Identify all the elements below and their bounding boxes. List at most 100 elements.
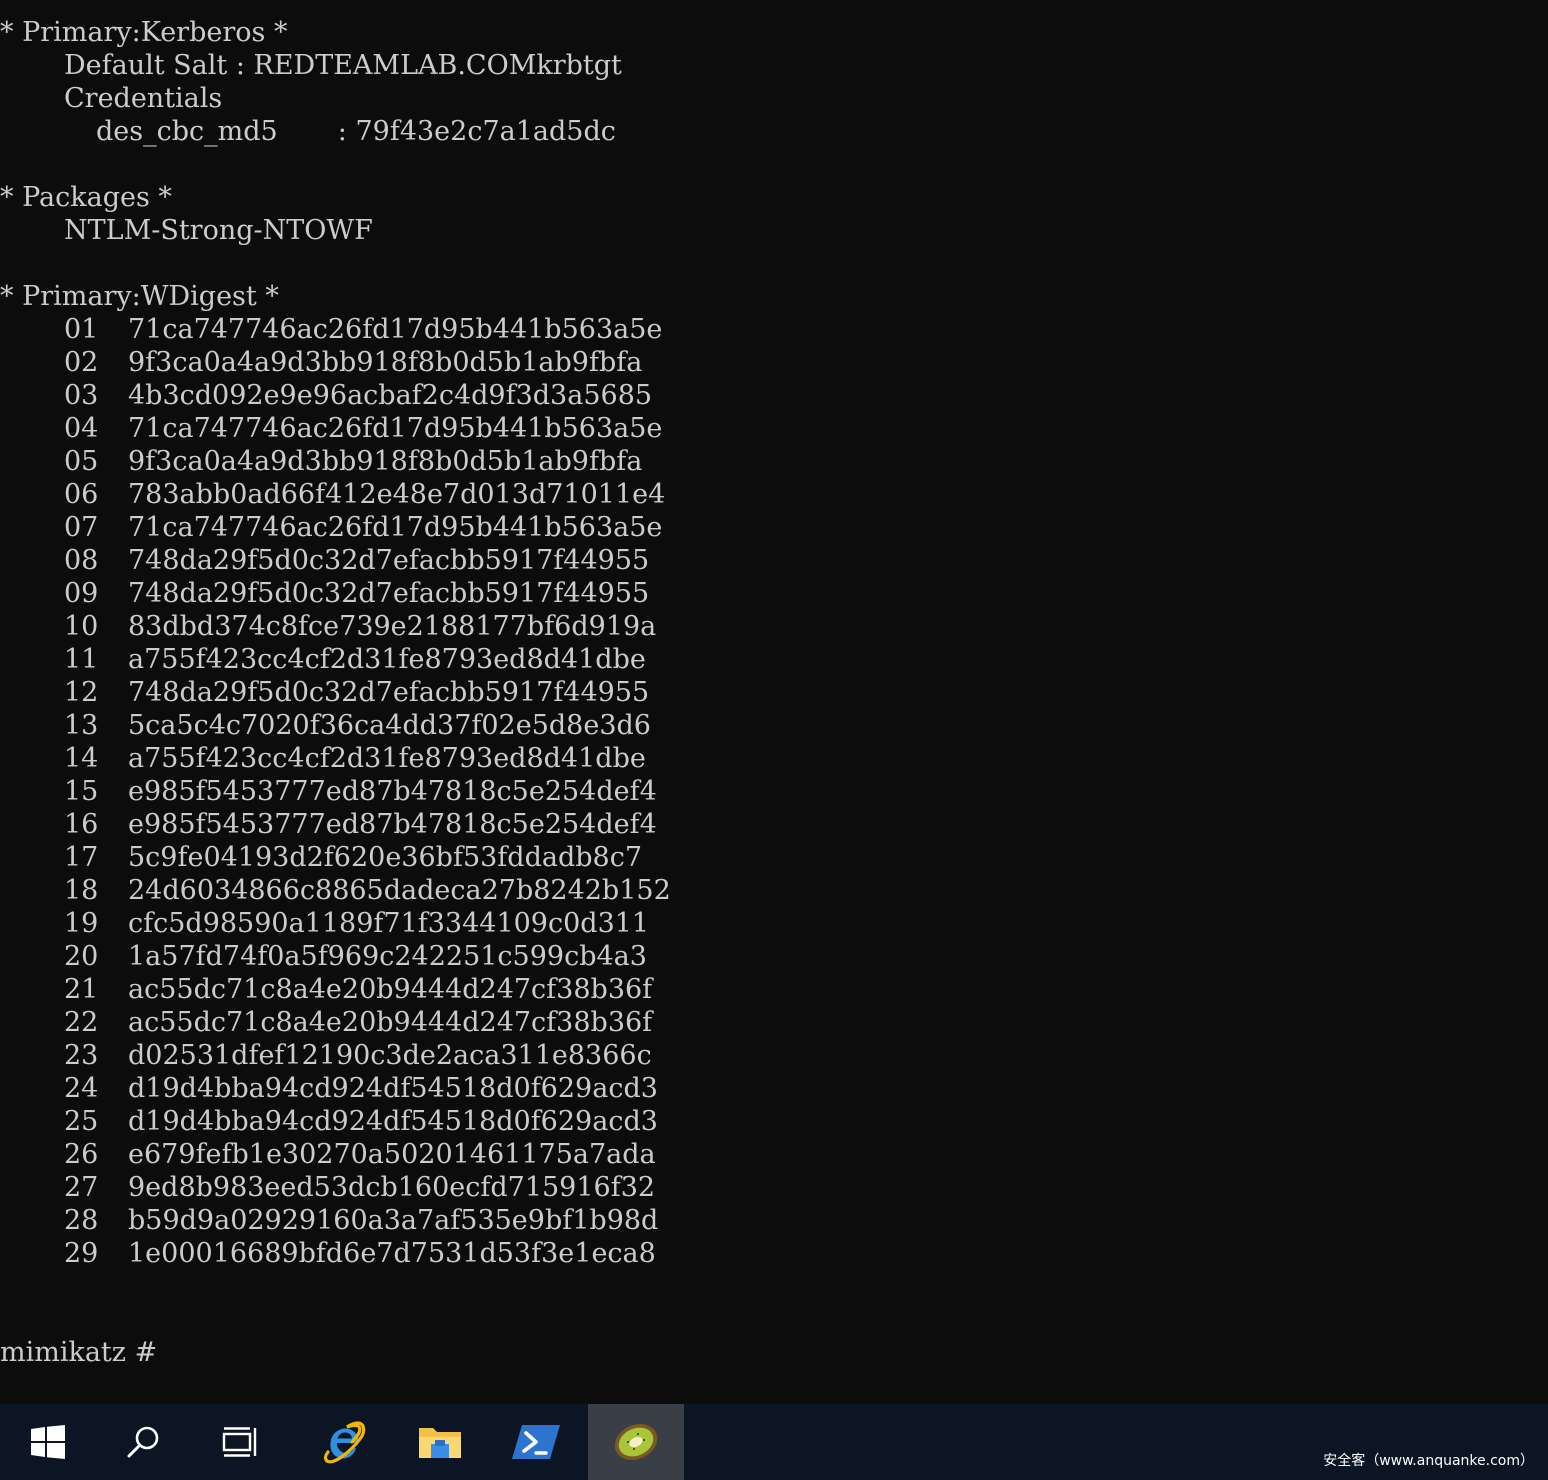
wdigest-row: 26 e679fefb1e30270a50201461175a7ada xyxy=(64,1138,764,1171)
wdigest-row: 02 9f3ca0a4a9d3bb918f8b0d5b1ab9fbfa xyxy=(64,346,764,379)
wdigest-index: 12 xyxy=(64,677,99,708)
wdigest-hash: ac55dc71c8a4e20b9444d247cf38b36f xyxy=(128,974,653,1005)
wdigest-row: 05 9f3ca0a4a9d3bb918f8b0d5b1ab9fbfa xyxy=(64,445,764,478)
taskbar: 安全客（www.anquanke.com） xyxy=(0,1404,1548,1480)
wdigest-index: 15 xyxy=(64,776,99,807)
wdigest-hash: e985f5453777ed87b47818c5e254def4 xyxy=(128,809,657,840)
wdigest-hash: e985f5453777ed87b47818c5e254def4 xyxy=(128,776,657,807)
wdigest-index: 16 xyxy=(64,809,99,840)
internet-explorer-icon xyxy=(323,1421,366,1464)
wdigest-row: 22 ac55dc71c8a4e20b9444d247cf38b36f xyxy=(64,1006,764,1039)
wdigest-index: 01 xyxy=(64,314,99,345)
wdigest-row: 21 ac55dc71c8a4e20b9444d247cf38b36f xyxy=(64,973,764,1006)
wdigest-index: 08 xyxy=(64,545,99,576)
search-button[interactable] xyxy=(96,1404,192,1480)
wdigest-row: 23 d02531dfef12190c3de2aca311e8366c xyxy=(64,1039,764,1072)
wdigest-hash: 748da29f5d0c32d7efacbb5917f44955 xyxy=(128,545,650,576)
wdigest-index: 20 xyxy=(64,941,99,972)
wdigest-index: 29 xyxy=(64,1238,99,1269)
wdigest-hash: a755f423cc4cf2d31fe8793ed8d41dbe xyxy=(128,743,646,774)
kiwi-icon xyxy=(614,1424,658,1460)
wdigest-row: 20 1a57fd74f0a5f969c242251c599cb4a3 xyxy=(64,940,764,973)
wdigest-hash: 748da29f5d0c32d7efacbb5917f44955 xyxy=(128,677,650,708)
wdigest-row: 08 748da29f5d0c32d7efacbb5917f44955 xyxy=(64,544,764,577)
wdigest-row: 17 5c9fe04193d2f620e36bf53fddadb8c7 xyxy=(64,841,764,874)
wdigest-index: 18 xyxy=(64,875,99,906)
wdigest-hash: 5c9fe04193d2f620e36bf53fddadb8c7 xyxy=(128,842,643,873)
wdigest-hash: d19d4bba94cd924df54518d0f629acd3 xyxy=(128,1106,658,1137)
wdigest-row: 04 71ca747746ac26fd17d95b441b563a5e xyxy=(64,412,764,445)
wdigest-row: 06 783abb0ad66f412e48e7d013d71011e4 xyxy=(64,478,764,511)
search-icon xyxy=(127,1426,159,1458)
wdigest-row: 28 b59d9a02929160a3a7af535e9bf1b98d xyxy=(64,1204,764,1237)
wdigest-hash: 71ca747746ac26fd17d95b441b563a5e xyxy=(128,314,663,345)
wdigest-row: 19 cfc5d98590a1189f71f3344109c0d311 xyxy=(64,907,764,940)
wdigest-hash: 783abb0ad66f412e48e7d013d71011e4 xyxy=(128,479,666,510)
wdigest-index: 23 xyxy=(64,1040,99,1071)
wdigest-row: 15 e985f5453777ed87b47818c5e254def4 xyxy=(64,775,764,808)
wdigest-hash: 9ed8b983eed53dcb160ecfd715916f32 xyxy=(128,1172,656,1203)
wdigest-hash: 748da29f5d0c32d7efacbb5917f44955 xyxy=(128,578,650,609)
wdigest-hash: 1a57fd74f0a5f969c242251c599cb4a3 xyxy=(128,941,647,972)
wdigest-row: 12 748da29f5d0c32d7efacbb5917f44955 xyxy=(64,676,764,709)
wdigest-index: 09 xyxy=(64,578,99,609)
wdigest-index: 07 xyxy=(64,512,99,543)
wdigest-index: 11 xyxy=(64,644,99,675)
mimikatz-button[interactable] xyxy=(588,1404,684,1480)
wdigest-index: 04 xyxy=(64,413,99,444)
wdigest-header: * Primary:WDigest * xyxy=(0,281,279,312)
wdigest-index: 25 xyxy=(64,1106,99,1137)
wdigest-index: 06 xyxy=(64,479,99,510)
wdigest-index: 13 xyxy=(64,710,99,741)
des-cbc-md5-line: des_cbc_md5 : 79f43e2c7a1ad5dc xyxy=(96,116,616,147)
wdigest-row: 10 83dbd374c8fce739e2188177bf6d919a xyxy=(64,610,764,643)
wdigest-hash: d02531dfef12190c3de2aca311e8366c xyxy=(128,1040,652,1071)
wdigest-row: 16 e985f5453777ed87b47818c5e254def4 xyxy=(64,808,764,841)
wdigest-index: 27 xyxy=(64,1172,99,1203)
wdigest-hash: e679fefb1e30270a50201461175a7ada xyxy=(128,1139,656,1170)
wdigest-hash: a755f423cc4cf2d31fe8793ed8d41dbe xyxy=(128,644,646,675)
packages-header: * Packages * xyxy=(0,182,172,213)
file-explorer-button[interactable] xyxy=(392,1404,488,1480)
wdigest-index: 10 xyxy=(64,611,99,642)
internet-explorer-button[interactable] xyxy=(296,1404,392,1480)
wdigest-index: 26 xyxy=(64,1139,99,1170)
folder-icon xyxy=(419,1428,461,1458)
wdigest-row: 18 24d6034866c8865dadeca27b8242b152 xyxy=(64,874,764,907)
wdigest-hash: 24d6034866c8865dadeca27b8242b152 xyxy=(128,875,671,906)
task-view-button[interactable] xyxy=(192,1404,288,1480)
start-button[interactable] xyxy=(0,1404,96,1480)
wdigest-index: 02 xyxy=(64,347,99,378)
packages-value: NTLM-Strong-NTOWF xyxy=(64,215,373,246)
watermark-text: 安全客（www.anquanke.com） xyxy=(1323,1453,1534,1469)
wdigest-row: 13 5ca5c4c7020f36ca4dd37f02e5d8e3d6 xyxy=(64,709,764,742)
powershell-icon xyxy=(512,1425,560,1459)
wdigest-index: 22 xyxy=(64,1007,99,1038)
wdigest-row: 24 d19d4bba94cd924df54518d0f629acd3 xyxy=(64,1072,764,1105)
wdigest-row: 07 71ca747746ac26fd17d95b441b563a5e xyxy=(64,511,764,544)
wdigest-row: 14 a755f423cc4cf2d31fe8793ed8d41dbe xyxy=(64,742,764,775)
wdigest-index: 17 xyxy=(64,842,99,873)
wdigest-index: 24 xyxy=(64,1073,99,1104)
console-window[interactable]: * Primary:Kerberos * Default Salt : REDT… xyxy=(0,0,1548,1404)
wdigest-row: 27 9ed8b983eed53dcb160ecfd715916f32 xyxy=(64,1171,764,1204)
wdigest-row: 25 d19d4bba94cd924df54518d0f629acd3 xyxy=(64,1105,764,1138)
credentials-label: Credentials xyxy=(64,83,223,114)
wdigest-index: 03 xyxy=(64,380,99,411)
task-view-icon xyxy=(222,1427,257,1457)
wdigest-index: 19 xyxy=(64,908,99,939)
wdigest-hash: 1e00016689bfd6e7d7531d53f3e1eca8 xyxy=(128,1238,656,1269)
wdigest-row: 29 1e00016689bfd6e7d7531d53f3e1eca8 xyxy=(64,1237,764,1270)
wdigest-hash: cfc5d98590a1189f71f3344109c0d311 xyxy=(128,908,650,939)
wdigest-hash: 71ca747746ac26fd17d95b441b563a5e xyxy=(128,413,663,444)
wdigest-hash: 9f3ca0a4a9d3bb918f8b0d5b1ab9fbfa xyxy=(128,446,643,477)
mimikatz-prompt[interactable]: mimikatz # xyxy=(0,1336,157,1369)
kerberos-header: * Primary:Kerberos * xyxy=(0,17,288,48)
wdigest-index: 05 xyxy=(64,446,99,477)
wdigest-hash: 5ca5c4c7020f36ca4dd37f02e5d8e3d6 xyxy=(128,710,651,741)
wdigest-row: 01 71ca747746ac26fd17d95b441b563a5e xyxy=(64,313,764,346)
wdigest-hash: d19d4bba94cd924df54518d0f629acd3 xyxy=(128,1073,658,1104)
wdigest-row: 11 a755f423cc4cf2d31fe8793ed8d41dbe xyxy=(64,643,764,676)
powershell-button[interactable] xyxy=(488,1404,584,1480)
wdigest-hash: 4b3cd092e9e96acbaf2c4d9f3d3a5685 xyxy=(128,380,653,411)
